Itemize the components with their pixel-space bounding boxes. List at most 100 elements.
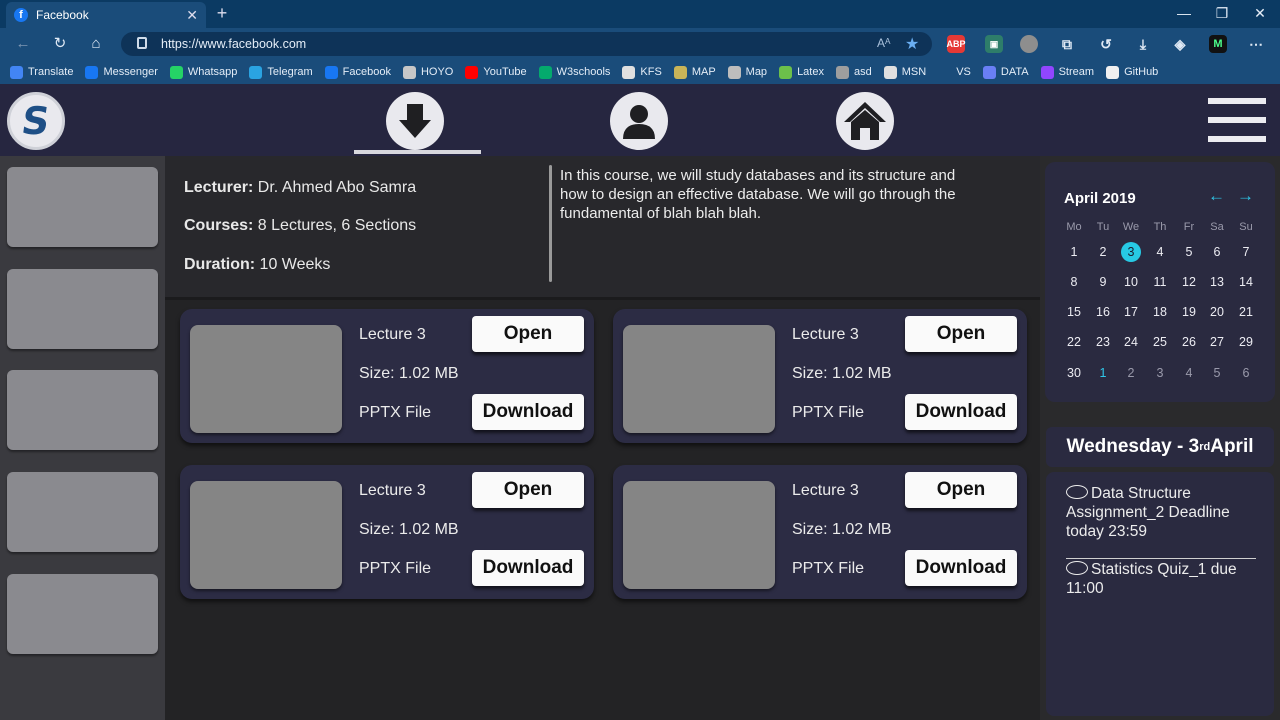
sidebar-item[interactable] — [7, 167, 158, 247]
download-button[interactable]: Download — [472, 550, 584, 586]
download-button[interactable]: Download — [905, 394, 1017, 430]
calendar-day[interactable]: 6 — [1234, 363, 1258, 383]
bookmark-youtube[interactable]: YouTube — [465, 65, 527, 79]
sidebar-item[interactable] — [7, 269, 158, 349]
calendar-day[interactable]: 16 — [1091, 302, 1115, 322]
menu-button[interactable] — [1208, 98, 1266, 144]
bookmark-msn[interactable]: MSN — [883, 65, 926, 79]
calendar-day[interactable]: 1 — [1091, 363, 1115, 383]
calendar-day[interactable]: 29 — [1234, 332, 1258, 352]
bookmark-data[interactable]: DATA — [982, 65, 1029, 79]
calendar-day[interactable]: 5 — [1177, 242, 1201, 262]
bookmark-kfs[interactable]: KFS — [622, 65, 662, 79]
favorite-star-icon[interactable]: ★ — [905, 34, 919, 54]
bookmark-github[interactable]: GitHub — [1106, 65, 1158, 79]
profile-avatar-icon[interactable]: M — [1209, 35, 1227, 53]
calendar-day[interactable]: 20 — [1205, 302, 1229, 322]
lecture-thumbnail[interactable] — [190, 325, 342, 433]
download-nav-button[interactable] — [386, 92, 444, 150]
profile-nav-button[interactable] — [610, 92, 668, 150]
calendar-day[interactable]: 13 — [1205, 272, 1229, 292]
calendar-day[interactable]: 10 — [1119, 272, 1143, 292]
calendar-day[interactable]: 2 — [1091, 242, 1115, 262]
sidebar-item[interactable] — [7, 574, 158, 654]
open-button[interactable]: Open — [905, 316, 1017, 352]
puzzle-icon[interactable]: ⧉ — [1058, 35, 1076, 53]
bookmark-telegram[interactable]: Telegram — [249, 65, 313, 79]
bookmark-hoyo[interactable]: HOYO — [402, 65, 453, 79]
notification-item[interactable]: Data Structure Assignment_2 Deadline tod… — [1066, 484, 1256, 541]
read-aloud-icon[interactable]: Aᴬ — [877, 36, 890, 50]
calendar-day[interactable]: 3 — [1148, 363, 1172, 383]
security-icon[interactable]: ◈ — [1171, 35, 1189, 53]
open-button[interactable]: Open — [472, 472, 584, 508]
notification-item[interactable]: Statistics Quiz_1 due 11:00 — [1066, 560, 1256, 598]
address-bar[interactable]: https://www.facebook.com Aᴬ ★ — [121, 32, 932, 56]
calendar-day[interactable]: 8 — [1062, 272, 1086, 292]
new-tab-button[interactable]: + — [212, 3, 232, 23]
calendar-day[interactable]: 9 — [1091, 272, 1115, 292]
bookmark-map[interactable]: MAP — [673, 65, 716, 79]
calendar-day[interactable]: 7 — [1234, 242, 1258, 262]
prev-month-icon[interactable]: ← — [1208, 186, 1225, 206]
lecture-thumbnail[interactable] — [190, 481, 342, 589]
bookmark-messenger[interactable]: Messenger — [85, 65, 158, 79]
calendar-day[interactable]: 18 — [1148, 302, 1172, 322]
calendar-day[interactable]: 25 — [1148, 332, 1172, 352]
more-menu-icon[interactable]: ⋯ — [1247, 35, 1265, 53]
maximize-icon[interactable]: ❐ — [1212, 5, 1232, 22]
download-button[interactable]: Download — [472, 394, 584, 430]
calendar-day[interactable]: 19 — [1177, 302, 1201, 322]
calendar-day[interactable]: 6 — [1205, 242, 1229, 262]
bookmark-translate[interactable]: Translate — [10, 65, 73, 79]
open-button[interactable]: Open — [472, 316, 584, 352]
home-browser-icon[interactable]: ⌂ — [86, 34, 106, 54]
next-month-icon[interactable]: → — [1237, 186, 1254, 206]
adblock-icon[interactable]: ABP — [947, 35, 966, 53]
calendar-day[interactable]: 24 — [1119, 332, 1143, 352]
calendar-day[interactable]: 22 — [1062, 332, 1086, 352]
calendar-day[interactable]: 4 — [1177, 363, 1201, 383]
calendar-day[interactable]: 27 — [1205, 332, 1229, 352]
bookmark-stream[interactable]: Stream — [1040, 65, 1094, 79]
lecture-thumbnail[interactable] — [623, 325, 775, 433]
minimize-icon[interactable]: — — [1174, 5, 1194, 21]
calendar-day[interactable]: 1 — [1062, 242, 1086, 262]
sidebar-item[interactable] — [7, 370, 158, 450]
calendar-day[interactable]: 21 — [1234, 302, 1258, 322]
bookmark-whatsapp[interactable]: Whatsapp — [169, 65, 237, 79]
close-window-icon[interactable]: ✕ — [1250, 5, 1270, 22]
calendar-day[interactable]: 2 — [1119, 363, 1143, 383]
bookmark-w3schools[interactable]: W3schools — [538, 65, 610, 79]
calendar-day[interactable]: 30 — [1062, 363, 1086, 383]
calendar-day[interactable]: 12 — [1177, 272, 1201, 292]
close-tab-icon[interactable]: ✕ — [186, 7, 198, 24]
calendar-day-today[interactable]: 3 — [1121, 242, 1141, 262]
bookmark-asd[interactable]: asd — [835, 65, 872, 79]
calendar-day[interactable]: 26 — [1177, 332, 1201, 352]
browser-tab[interactable]: f Facebook ✕ — [6, 2, 206, 28]
back-icon[interactable]: ← — [13, 34, 33, 54]
sidebar-item[interactable] — [7, 472, 158, 552]
calendar-day[interactable]: 17 — [1119, 302, 1143, 322]
calendar-day[interactable]: 5 — [1205, 363, 1229, 383]
bookmark-map[interactable]: Map — [727, 65, 767, 79]
bookmark-facebook[interactable]: Facebook — [324, 65, 391, 79]
calendar-day[interactable]: 11 — [1148, 272, 1172, 292]
lecture-thumbnail[interactable] — [623, 481, 775, 589]
download-button[interactable]: Download — [905, 550, 1017, 586]
calendar-day[interactable]: 14 — [1234, 272, 1258, 292]
calendar-day[interactable]: 23 — [1091, 332, 1115, 352]
site-logo[interactable]: S — [7, 92, 65, 150]
downloads-icon[interactable]: ⤓ — [1134, 35, 1152, 53]
bookmark-vs[interactable]: VS — [938, 65, 971, 79]
history-icon[interactable]: ↺ — [1097, 35, 1115, 53]
description-scrollbar[interactable] — [549, 165, 552, 282]
open-button[interactable]: Open — [905, 472, 1017, 508]
globe-icon[interactable] — [1020, 35, 1038, 53]
reader-icon[interactable]: ▣ — [985, 35, 1003, 53]
refresh-icon[interactable]: ↻ — [50, 34, 70, 54]
calendar-day[interactable]: 15 — [1062, 302, 1086, 322]
bookmark-latex[interactable]: Latex — [779, 65, 824, 79]
home-nav-button[interactable] — [836, 92, 894, 150]
